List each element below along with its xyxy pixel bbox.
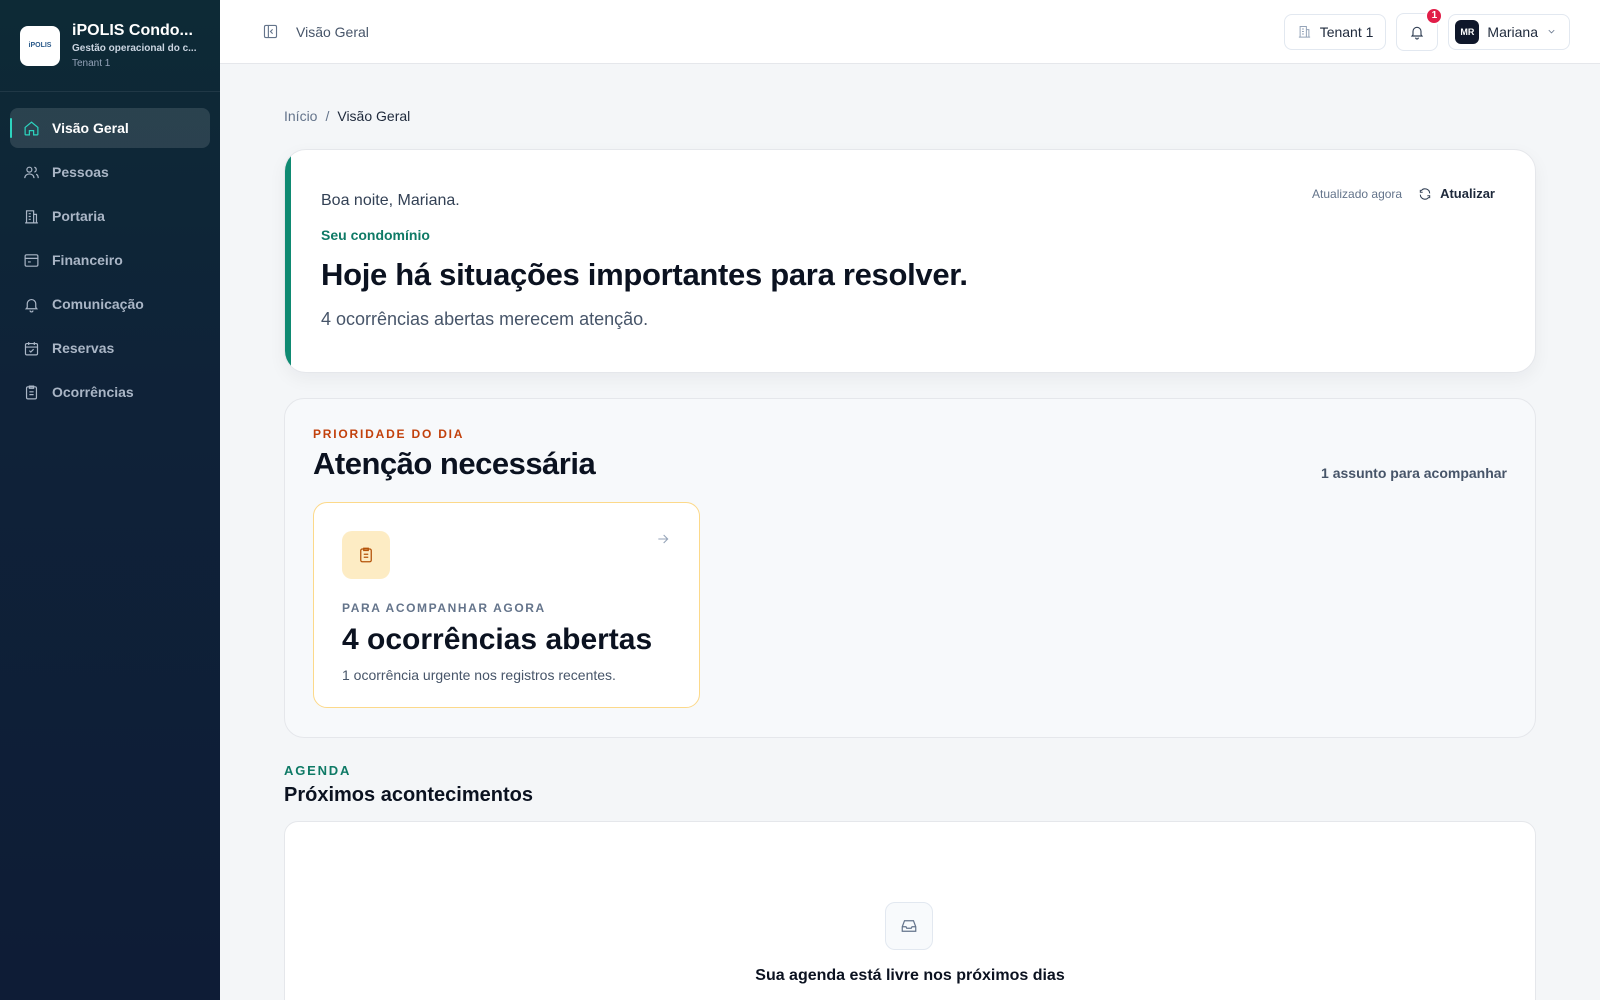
agenda-card: Sua agenda está livre nos próximos dias xyxy=(284,821,1536,1000)
brand-name: iPOLIS Condo... xyxy=(72,22,193,39)
user-name: Mariana xyxy=(1487,23,1538,40)
sidebar-item-label: Ocorrências xyxy=(52,384,134,400)
priority-section: PRIORIDADE DO DIA Atenção necessária 1 a… xyxy=(284,398,1536,738)
sidebar-item-ocorrencias[interactable]: Ocorrências xyxy=(10,372,210,412)
refresh-label: Atualizar xyxy=(1440,186,1495,201)
priority-kicker: PRIORIDADE DO DIA xyxy=(313,427,465,441)
refresh-icon xyxy=(1419,187,1431,200)
chevron-down-icon xyxy=(1546,24,1557,40)
breadcrumb-home-link[interactable]: Início xyxy=(284,108,317,124)
sidebar-item-label: Comunicação xyxy=(52,296,144,312)
sidebar-nav: Visão Geral Pessoas Portaria Financeiro … xyxy=(0,92,220,432)
sidebar-item-label: Reservas xyxy=(52,340,115,356)
updated-status: Atualizado agora xyxy=(1312,186,1403,201)
alert-description: 1 ocorrência urgente nos registros recen… xyxy=(342,667,616,683)
home-icon xyxy=(22,119,40,137)
users-icon xyxy=(22,163,40,181)
sidebar: iPOLIS iPOLIS Condo... Gestão operaciona… xyxy=(0,0,220,1000)
breadcrumb: Início / Visão Geral xyxy=(284,108,1536,124)
priority-count: 1 assunto para acompanhar xyxy=(1321,465,1507,481)
notification-badge: 1 xyxy=(1425,6,1444,25)
sidebar-item-pessoas[interactable]: Pessoas xyxy=(10,152,210,192)
breadcrumb-current: Visão Geral xyxy=(337,108,411,124)
sidebar-item-reservas[interactable]: Reservas xyxy=(10,328,210,368)
hero-kicker: Seu condomínio xyxy=(321,227,430,243)
sidebar-item-visao-geral[interactable]: Visão Geral xyxy=(10,108,210,148)
inbox-icon xyxy=(885,902,933,950)
avatar: MR xyxy=(1455,19,1480,44)
tenant-selector-button[interactable]: Tenant 1 xyxy=(1283,13,1387,50)
hero-description: 4 ocorrências abertas merecem atenção. xyxy=(321,309,649,329)
bell-icon xyxy=(1411,26,1424,40)
occurrences-alert-card[interactable]: PARA ACOMPANHAR AGORA 4 ocorrências aber… xyxy=(313,502,700,708)
page-title: Visão Geral xyxy=(296,23,369,40)
building-icon xyxy=(1298,26,1310,38)
panel-collapse-icon xyxy=(263,24,277,39)
hero-card: Boa noite, Mariana. Seu condomínio Hoje … xyxy=(284,149,1536,373)
agenda-empty-text: Sua agenda está livre nos próximos dias xyxy=(755,967,1065,984)
tenant-label: Tenant 1 xyxy=(1319,23,1374,40)
brand-logo: iPOLIS xyxy=(20,25,60,66)
sidebar-item-label: Pessoas xyxy=(52,164,109,180)
clipboard-icon xyxy=(22,383,40,401)
main-content: Início / Visão Geral Boa noite, Mariana.… xyxy=(284,64,1536,1000)
arrow-right-icon xyxy=(655,531,671,552)
topbar: Visão Geral Tenant 1 1 MR Mariana xyxy=(220,0,1600,64)
wallet-icon xyxy=(22,251,40,269)
clipboard-icon xyxy=(342,531,390,579)
sidebar-item-label: Financeiro xyxy=(52,252,123,268)
alert-title: 4 ocorrências abertas xyxy=(342,623,653,656)
sidebar-toggle-button[interactable] xyxy=(260,22,280,42)
brand-subtitle: Gestão operacional do c... xyxy=(72,43,197,54)
building-icon xyxy=(22,207,40,225)
sidebar-item-financeiro[interactable]: Financeiro xyxy=(10,240,210,280)
sidebar-item-label: Portaria xyxy=(52,208,105,224)
alert-kicker: PARA ACOMPANHAR AGORA xyxy=(342,601,546,615)
calendar-check-icon xyxy=(22,339,40,357)
notifications-button[interactable]: 1 xyxy=(1396,6,1444,51)
agenda-title: Próximos acontecimentos xyxy=(284,784,533,806)
agenda-kicker: AGENDA xyxy=(284,763,352,778)
user-menu-button[interactable]: MR Mariana xyxy=(1448,13,1570,50)
brand-tenant: Tenant 1 xyxy=(72,58,111,69)
bell-icon xyxy=(22,295,40,313)
hero-title: Hoje há situações importantes para resol… xyxy=(321,257,968,292)
refresh-button[interactable]: Atualizar xyxy=(1418,186,1495,201)
breadcrumb-separator: / xyxy=(325,108,330,124)
sidebar-item-comunicacao[interactable]: Comunicação xyxy=(10,284,210,324)
sidebar-item-label: Visão Geral xyxy=(52,120,129,136)
sidebar-item-portaria[interactable]: Portaria xyxy=(10,196,210,236)
brand: iPOLIS iPOLIS Condo... Gestão operaciona… xyxy=(0,0,220,92)
